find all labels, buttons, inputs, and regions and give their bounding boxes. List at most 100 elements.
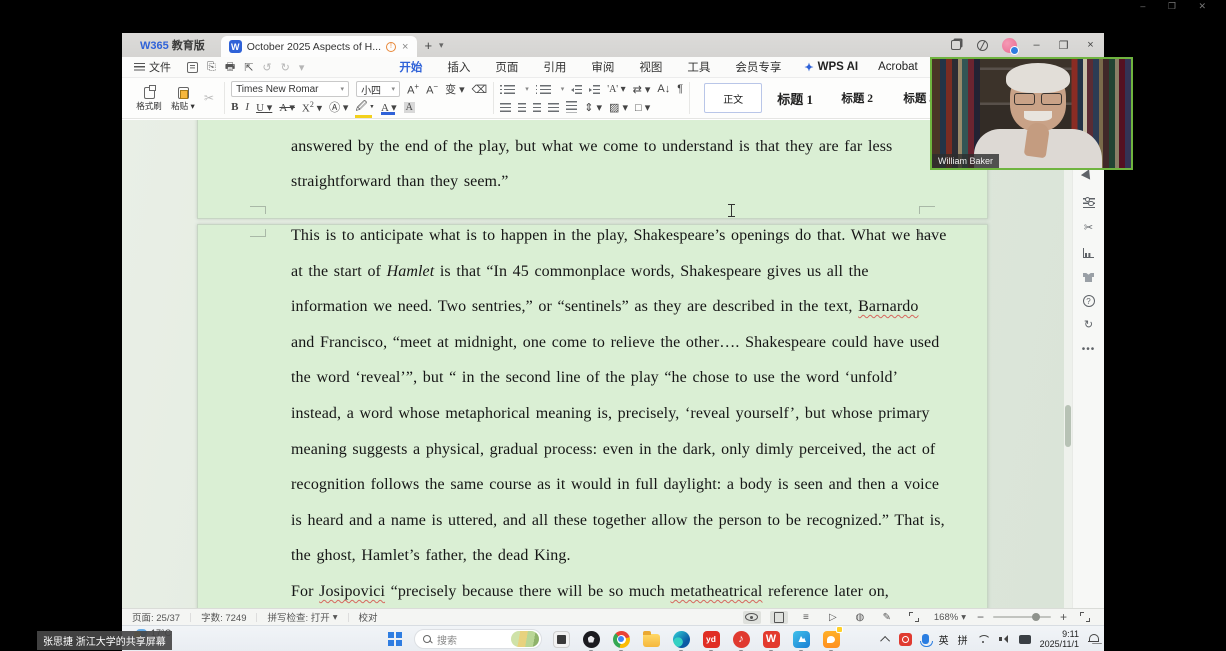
grow-font-button[interactable]: A+ [407, 82, 419, 97]
speaker-icon[interactable] [998, 634, 1010, 644]
document-page-24[interactable]: for that matter, does Hamlet see when he… [197, 120, 988, 219]
minimize-button[interactable]: – [1023, 33, 1050, 57]
ribbon-tab-页面[interactable]: 页面 [494, 57, 519, 77]
char-shading-button[interactable]: A [403, 101, 415, 113]
ribbon-tab-开始[interactable]: 开始 [398, 57, 424, 80]
text-direction-icon[interactable]: ⇄ ▾ [633, 83, 651, 96]
tray-music-icon[interactable] [898, 632, 912, 646]
document-canvas[interactable]: for that matter, does Hamlet see when he… [122, 120, 1072, 608]
clear-format-button[interactable]: ⌫ [472, 83, 488, 96]
qat-caret-icon[interactable]: ▾ [299, 61, 305, 74]
align-left-icon[interactable] [500, 102, 512, 112]
theme-skin-icon[interactable] [1081, 270, 1096, 285]
scrollbar-thumb[interactable] [1065, 405, 1071, 447]
ribbon-tab-插入[interactable]: 插入 [446, 57, 471, 77]
ribbon-tab-引用[interactable]: 引用 [542, 57, 567, 77]
web-view-icon[interactable]: ◍ [851, 611, 869, 624]
ribbon-tab-工具[interactable]: 工具 [686, 57, 711, 77]
new-tab-button[interactable]: + [417, 38, 439, 53]
wps-ai-tab[interactable]: ✦ WPS AI [804, 61, 858, 74]
more-options-icon[interactable]: ••• [1081, 342, 1096, 357]
outline-view-icon[interactable]: ≡ [797, 611, 815, 624]
clock[interactable]: 9:11 2025/11/1 [1040, 629, 1079, 650]
spellcheck-status[interactable]: 拼写检查: 打开 ▾ [257, 610, 347, 625]
cut-icon[interactable]: ✂ [200, 91, 218, 105]
phonetic-guide-button[interactable]: 变 ▾ [445, 81, 465, 97]
microphone-icon[interactable] [919, 634, 933, 647]
font-size-select[interactable]: 小四 ▾ [356, 81, 401, 97]
fullscreen-icon[interactable] [1076, 611, 1094, 624]
notification-bell-icon[interactable] [1088, 634, 1099, 644]
account-avatar[interactable] [996, 33, 1023, 57]
font-color-button[interactable]: A ▾ [380, 101, 397, 115]
ribbon-tab-会员专享[interactable]: 会员专享 [734, 57, 782, 77]
print-icon[interactable]: ⎘ [207, 61, 216, 74]
taskbar-search[interactable]: 搜索 [414, 629, 542, 649]
page-view-icon[interactable] [769, 610, 788, 624]
show-marks-icon[interactable]: ¶ [677, 83, 683, 95]
sync-icon[interactable]: ↻ [1081, 317, 1096, 332]
sort-icon[interactable]: A↓ [657, 83, 670, 95]
taskbar-app-music[interactable]: ♪ [730, 628, 752, 651]
zoom-slider[interactable] [992, 613, 1051, 621]
tab-list-caret-icon[interactable]: ▾ [439, 40, 444, 51]
document-page-25[interactable]: This is to anticipate what is to happen … [197, 224, 988, 608]
increase-indent-icon[interactable] [589, 84, 601, 94]
wifi-icon[interactable] [977, 635, 990, 644]
chart-doc-icon[interactable] [1081, 245, 1096, 260]
vertical-scrollbar[interactable] [1064, 120, 1072, 608]
align-center-icon[interactable] [518, 102, 527, 112]
strikethrough-button[interactable]: A ▾ [279, 101, 295, 114]
font-name-select[interactable]: Times New Romar ▾ [231, 81, 350, 97]
highlight-color-button[interactable]: 🖉 ▾ [355, 98, 374, 118]
ribbon-tab-视图[interactable]: 视图 [638, 57, 663, 77]
share-icon[interactable]: ⇱ [244, 61, 253, 74]
taskbar-app-edge[interactable] [670, 628, 692, 651]
quote-style-icon[interactable]: 'A' ▾ [607, 84, 625, 95]
format-painter-button[interactable]: 格式刷 [132, 84, 166, 112]
ribbon-tab-审阅[interactable]: 审阅 [590, 57, 615, 77]
tab-close-icon[interactable]: × [401, 41, 409, 53]
restore-button[interactable]: ❐ [1050, 33, 1077, 57]
border-icon[interactable]: □ ▾ [635, 101, 650, 114]
file-menu[interactable]: 文件 [122, 59, 179, 75]
settings-sliders-icon[interactable] [1081, 195, 1096, 210]
tray-expand-icon[interactable] [879, 635, 890, 646]
justify-icon[interactable] [548, 102, 560, 112]
taskbar-app-orange[interactable] [820, 626, 843, 651]
ime-latin-indicator[interactable]: 英 [939, 632, 949, 647]
redo-icon[interactable]: ↻ [281, 61, 290, 74]
shading-icon[interactable]: ▨ ▾ [609, 101, 628, 114]
proofread-button[interactable]: 校对 [349, 610, 388, 624]
bullet-list-icon[interactable] [500, 84, 516, 94]
battery-icon[interactable] [1018, 634, 1031, 644]
taskbar-app-teal[interactable] [790, 628, 812, 651]
zoom-percent[interactable]: 168% ▾ [932, 612, 968, 623]
decrease-indent-icon[interactable] [571, 84, 583, 94]
save-icon[interactable] [187, 61, 198, 73]
numbered-list-icon[interactable] [535, 84, 551, 94]
outer-window-controls[interactable]: – ❐ ✕ [1140, 1, 1216, 12]
zoom-in-button[interactable]: + [1060, 610, 1067, 624]
taskbar-app-darkapp[interactable] [580, 628, 602, 651]
undo-icon[interactable]: ↺ [262, 61, 271, 74]
windows-stack-icon[interactable] [942, 33, 969, 57]
paste-button[interactable]: 粘贴 ▾ [166, 85, 200, 112]
taskbar-app-chrome[interactable] [610, 628, 632, 651]
start-button[interactable] [384, 628, 406, 650]
document-tab[interactable]: W October 2025 Aspects of H... ! × [220, 36, 418, 57]
taskbar-app-taskview[interactable] [550, 628, 572, 650]
bold-button[interactable]: B [231, 101, 238, 113]
style-chip-标题2[interactable]: 标题 2 [828, 83, 886, 113]
acrobat-tab[interactable]: Acrobat [878, 61, 918, 73]
tools-icon[interactable]: ✂ [1081, 220, 1096, 235]
read-mode-icon[interactable]: ▷ [824, 611, 842, 624]
distribute-icon[interactable] [566, 101, 578, 113]
line-spacing-icon[interactable]: ⇕ ▾ [584, 101, 602, 114]
fit-page-icon[interactable] [905, 611, 923, 624]
style-chip-标题1[interactable]: 标题 1 [766, 83, 824, 113]
zoom-out-button[interactable]: − [977, 610, 984, 624]
taskbar-app-explorer[interactable] [640, 628, 662, 650]
zoom-slider-knob[interactable] [1032, 613, 1041, 621]
webcam-overlay[interactable]: William Baker [930, 57, 1133, 170]
